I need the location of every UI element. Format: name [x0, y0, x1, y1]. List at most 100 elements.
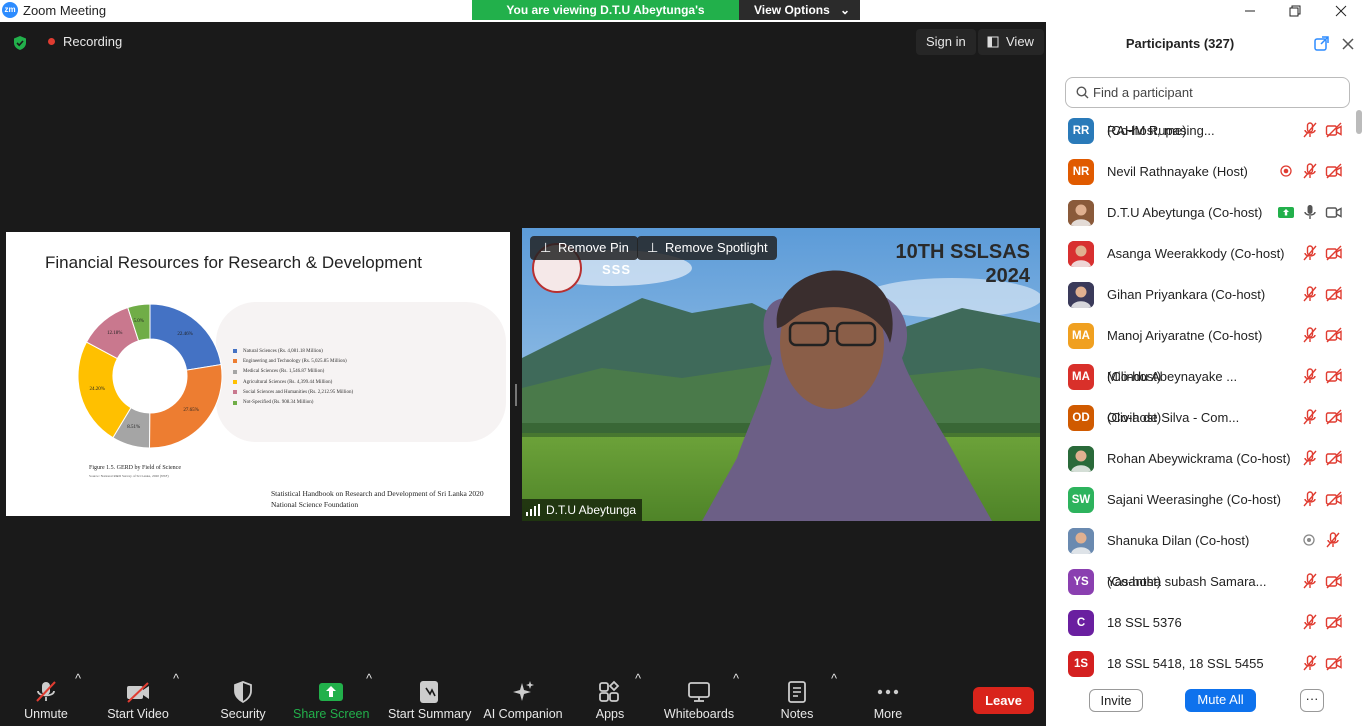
participant-row[interactable]: Shanuka Dilan (Co-host) — [1046, 520, 1358, 561]
zoom-app-icon: zm — [2, 2, 18, 18]
participant-row[interactable]: YS Yasantha subash Samara... (Co-host) — [1046, 561, 1358, 602]
pin-icon: ⊥ — [540, 240, 552, 255]
participant-row[interactable]: MA Milindu Abeynayake ... (Co-host) — [1046, 356, 1358, 397]
participants-list[interactable]: RR RAHM Rupasing... (Co-host, me) NR Nevil R… — [1046, 110, 1358, 680]
unmute-button[interactable]: Unmute — [15, 672, 77, 726]
mic-muted-icon[interactable] — [1324, 531, 1342, 549]
restore-icon[interactable] — [1272, 0, 1318, 22]
more-label: More — [873, 707, 903, 721]
scrollbar-thumb[interactable] — [1356, 110, 1362, 134]
participants-scrollbar[interactable] — [1356, 108, 1362, 671]
screen-share-banner: You are viewing D.T.U Abeytunga's screen… — [472, 0, 860, 37]
video-off-icon[interactable] — [1325, 285, 1343, 303]
video-participant-name: D.T.U Abeytunga — [546, 503, 637, 517]
mic-muted-icon[interactable] — [1301, 244, 1319, 262]
video-off-icon[interactable] — [1325, 244, 1343, 262]
remove-pin-button[interactable]: ⊥ Remove Pin — [530, 236, 638, 260]
donut-slice-0 — [149, 303, 222, 371]
mic-muted-icon[interactable] — [1301, 121, 1319, 139]
participant-row[interactable]: RR RAHM Rupasing... (Co-host, me) — [1046, 110, 1358, 151]
mic-muted-icon[interactable] — [1301, 572, 1319, 590]
split-view-divider-handle[interactable] — [515, 384, 517, 406]
recording-status-icon — [1300, 531, 1318, 549]
legend-item-0: Natural Sciences (Rs. 4,081.18 Million) — [233, 346, 353, 356]
minimize-icon[interactable] — [1227, 0, 1273, 22]
video-off-icon[interactable] — [1325, 326, 1343, 344]
participant-row[interactable]: Gihan Priyankara (Co-host) — [1046, 274, 1358, 315]
recording-indicator[interactable]: Recording — [63, 34, 122, 49]
video-off-icon[interactable] — [1325, 572, 1343, 590]
participant-row[interactable]: MA Manoj Ariyaratne (Co-host) — [1046, 315, 1358, 356]
mic-muted-icon[interactable] — [1301, 408, 1319, 426]
participant-row[interactable]: Rohan Abeywickrama (Co-host) — [1046, 438, 1358, 479]
whiteboards-button[interactable]: Whiteboards — [663, 672, 735, 726]
participant-row[interactable]: NR Nevil Rathnayake (Host) — [1046, 151, 1358, 192]
spotlight-icon: ⊥ — [647, 240, 659, 255]
participant-avatar: OD — [1068, 405, 1094, 431]
video-off-icon[interactable] — [1325, 367, 1343, 385]
participant-row[interactable]: C 18 SSL 5376 — [1046, 602, 1358, 643]
video-camera-icon[interactable] — [1325, 203, 1343, 221]
video-options-caret[interactable]: ^ — [171, 672, 181, 726]
mic-muted-icon[interactable] — [1301, 654, 1319, 672]
video-off-icon[interactable] — [1325, 613, 1343, 631]
apps-options-caret[interactable]: ^ — [633, 672, 643, 726]
mic-muted-icon[interactable] — [1301, 490, 1319, 508]
mic-muted-icon[interactable] — [1301, 613, 1319, 631]
encryption-shield-icon[interactable] — [12, 35, 28, 51]
ai-companion-label: AI Companion — [483, 707, 563, 721]
whiteboards-options-caret[interactable]: ^ — [731, 672, 741, 726]
more-options-button[interactable]: ··· — [1300, 689, 1324, 712]
mic-muted-icon[interactable] — [1301, 162, 1319, 180]
participant-row[interactable]: Asanga Weerakkody (Co-host) — [1046, 233, 1358, 274]
ai-companion-button[interactable]: AI Companion — [483, 672, 563, 726]
apps-button[interactable]: Apps — [590, 672, 630, 726]
participant-row[interactable]: D.T.U Abeytunga (Co-host) — [1046, 192, 1358, 233]
ai-sparkle-icon — [513, 681, 534, 701]
participant-row[interactable]: OD Olivia de Silva - Com... (Co-host) — [1046, 397, 1358, 438]
remove-pin-label: Remove Pin — [558, 240, 629, 255]
video-off-icon[interactable] — [1325, 490, 1343, 508]
participant-row[interactable]: 1S 18 SSL 5418, 18 SSL 5455 — [1046, 643, 1358, 680]
mic-muted-icon[interactable] — [1301, 285, 1319, 303]
more-button[interactable]: More — [866, 672, 910, 726]
video-off-icon[interactable] — [1325, 449, 1343, 467]
start-summary-button[interactable]: Start Summary — [388, 672, 471, 726]
view-options-button[interactable]: View Options ⌄ — [739, 0, 860, 20]
mic-muted-icon[interactable] — [1301, 449, 1319, 467]
video-off-icon[interactable] — [1325, 162, 1343, 180]
video-off-icon[interactable] — [1325, 121, 1343, 139]
close-panel-icon[interactable] — [1342, 38, 1354, 50]
sign-in-button[interactable]: Sign in — [916, 29, 976, 55]
pop-out-icon[interactable] — [1314, 36, 1329, 51]
notes-options-caret[interactable]: ^ — [829, 672, 839, 726]
share-options-caret[interactable]: ^ — [364, 672, 374, 726]
participants-panel: Participants (327) Find a participant RR… — [1046, 22, 1366, 726]
mic-muted-icon[interactable] — [1301, 326, 1319, 344]
participant-avatar: 1S — [1068, 651, 1094, 677]
mic-muted-icon[interactable] — [1301, 367, 1319, 385]
legend-label-0: Natural Sciences (Rs. 4,081.18 Million) — [243, 348, 323, 354]
video-off-icon[interactable] — [1325, 654, 1343, 672]
participant-search-input[interactable]: Find a participant — [1065, 77, 1350, 108]
close-icon[interactable] — [1318, 0, 1364, 22]
participant-avatar — [1068, 446, 1094, 472]
microphone-icon[interactable] — [1301, 203, 1319, 221]
meeting-stage: Recording Sign in View Financial Resourc… — [0, 22, 1046, 672]
mute-all-button[interactable]: Mute All — [1185, 689, 1256, 712]
share-screen-button[interactable]: Share Screen — [293, 672, 369, 726]
view-button[interactable]: View — [978, 29, 1044, 55]
leave-button[interactable]: Leave — [973, 687, 1034, 714]
participant-name: Rohan Abeywickrama (Co-host) — [1107, 451, 1291, 466]
start-video-button[interactable]: Start Video — [104, 672, 172, 726]
participant-avatar: MA — [1068, 364, 1094, 390]
security-button[interactable]: Security — [213, 672, 273, 726]
audio-options-caret[interactable]: ^ — [73, 672, 83, 726]
participant-avatar: MA — [1068, 323, 1094, 349]
video-off-icon[interactable] — [1325, 408, 1343, 426]
invite-button[interactable]: Invite — [1089, 689, 1143, 712]
participant-row[interactable]: SW Sajani Weerasinghe (Co-host) — [1046, 479, 1358, 520]
remove-spotlight-button[interactable]: ⊥ Remove Spotlight — [637, 236, 777, 260]
apps-grid-icon — [599, 680, 620, 702]
notes-button[interactable]: Notes — [772, 672, 822, 726]
